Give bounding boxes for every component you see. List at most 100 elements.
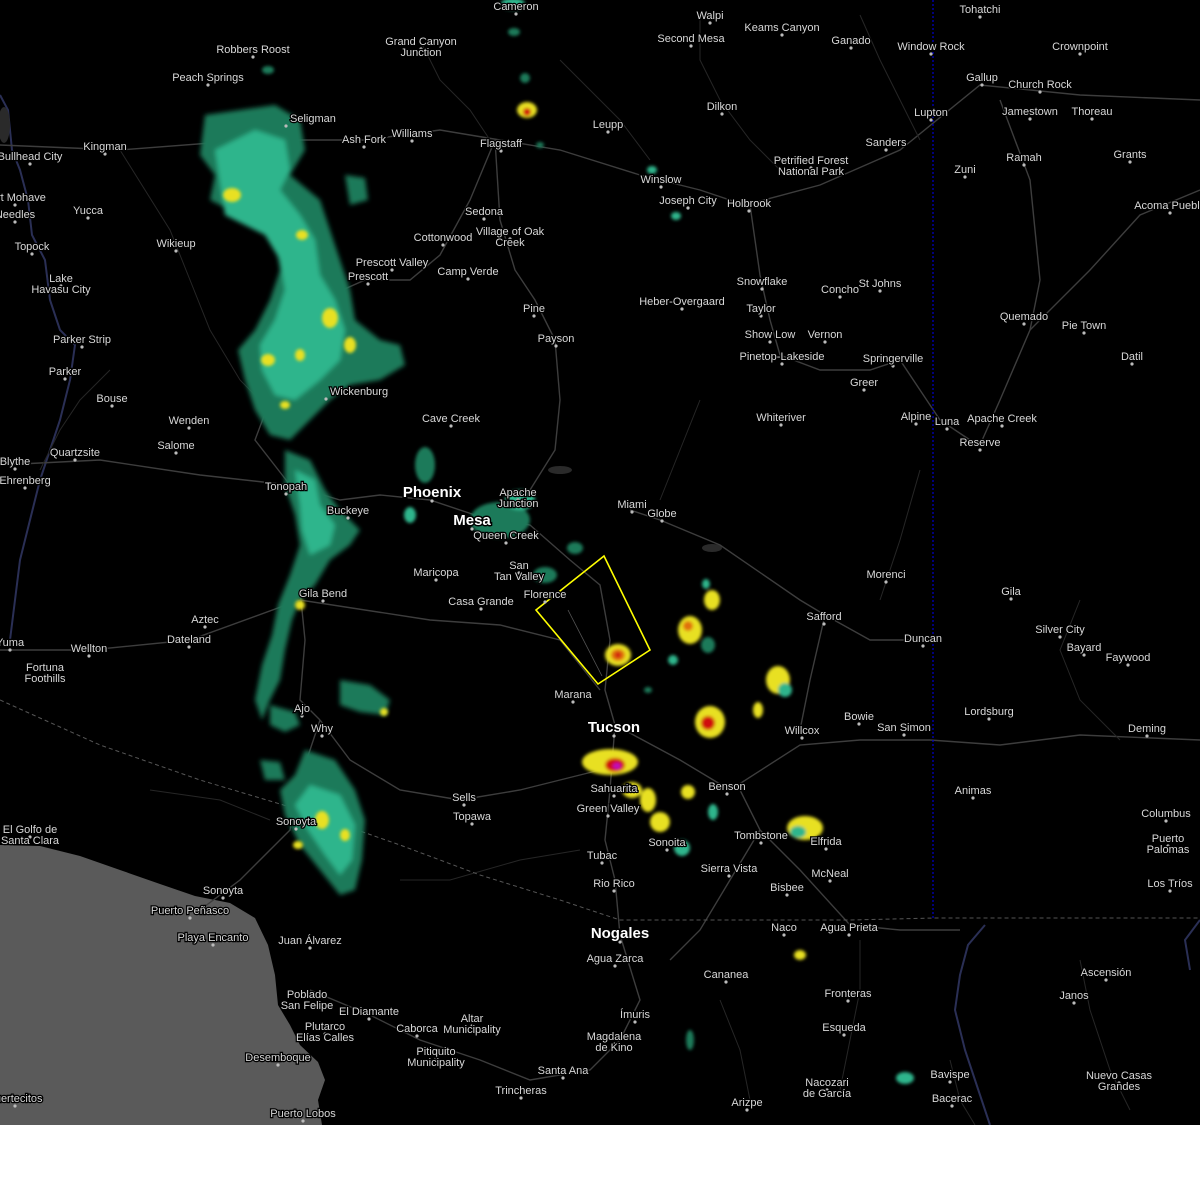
place-label: Gallup (966, 72, 998, 84)
place-label: Agua Prieta (820, 922, 878, 934)
roosevelt-lake (548, 466, 572, 474)
place-label: Rio Rico (593, 878, 635, 890)
radar-echo (344, 337, 356, 353)
place-label: Safford (806, 611, 841, 623)
place-label: Puerto Palomas (1147, 833, 1190, 856)
place-label: Thoreau (1072, 106, 1113, 118)
place-label: Blythe (0, 456, 30, 468)
radar-echo (404, 507, 416, 523)
place-label: Bayard (1067, 642, 1102, 654)
place-label: Jamestown (1002, 106, 1058, 118)
radar-echo (293, 841, 303, 849)
place-label: Yucca (73, 205, 104, 217)
place-label: San Simon (877, 722, 931, 734)
place-label: Topawa (453, 811, 492, 823)
place-label: Whiteriver (756, 412, 806, 424)
place-label: Sells (452, 792, 476, 804)
place-label: Ehrenberg (0, 475, 51, 487)
place-label: McNeal (811, 868, 848, 880)
place-label: Payson (538, 333, 575, 345)
place-label: Globe (647, 508, 676, 520)
place-label: Duncan (904, 633, 942, 645)
radar-echo (701, 716, 715, 730)
place-label: Keams Canyon (744, 22, 819, 34)
radar-echo (295, 600, 305, 610)
place-label: Trincheras (495, 1085, 547, 1097)
place-label: Alpine (901, 411, 932, 423)
place-label: Faywood (1106, 652, 1151, 664)
place-label: Bacerac (932, 1093, 973, 1105)
place-label: Morenci (866, 569, 905, 581)
radar-echo (753, 702, 763, 718)
radar-echo (896, 1072, 914, 1084)
radar-echo (536, 142, 544, 148)
radar-echo (296, 230, 308, 240)
radar-echo (523, 108, 531, 116)
place-label: Flagstaff (480, 138, 523, 150)
radar-echo (315, 811, 329, 829)
place-label: Prescott (348, 271, 388, 283)
radar-echo (520, 73, 530, 83)
place-label: Columbus (1141, 808, 1191, 820)
place-label: Salome (157, 440, 194, 452)
place-label: Petrified Forest National Park (774, 155, 849, 178)
place-label: Quemado (1000, 311, 1048, 323)
place-label: Taylor (746, 303, 776, 315)
place-label: Agua Zarca (587, 953, 645, 965)
place-label: Ajo (294, 703, 310, 715)
place-label: Dilkon (707, 101, 738, 113)
radar-echo (701, 637, 715, 653)
place-label: Acoma Pueblo (1134, 200, 1200, 212)
place-label: Pinetop-Lakeside (739, 351, 824, 363)
place-label: Sedona (465, 206, 504, 218)
place-label: Deming (1128, 723, 1166, 735)
place-label: Winslow (641, 174, 682, 186)
place-label: Apache Creek (967, 413, 1037, 425)
place-label: Lupton (914, 107, 948, 119)
place-label: Ash Fork (342, 134, 387, 146)
place-label: Tohatchi (960, 4, 1001, 16)
bottom-blank-area (0, 1125, 1200, 1200)
place-label: Janos (1059, 990, 1089, 1002)
place-label: Camp Verde (437, 266, 498, 278)
radar-echo (415, 447, 435, 483)
place-label: Caborca (396, 1023, 438, 1035)
place-label: Robbers Roost (216, 44, 289, 56)
place-label: Tonopah (265, 481, 307, 493)
place-label: Joseph City (659, 195, 717, 207)
radar-echo (704, 590, 720, 610)
place-label: Zuni (954, 164, 975, 176)
place-label: Willcox (785, 725, 820, 737)
radar-echo (702, 579, 710, 589)
place-label: Parker Strip (53, 334, 111, 346)
radar-echo (280, 401, 290, 409)
place-label: Green Valley (577, 803, 640, 815)
place-label: Peach Springs (172, 72, 244, 84)
place-label: Esqueda (822, 1022, 866, 1034)
place-dot (284, 124, 288, 128)
place-label: Window Rock (897, 41, 965, 53)
radar-echo (295, 349, 305, 361)
place-label: Church Rock (1008, 79, 1072, 91)
place-label: Phoenix (403, 484, 462, 501)
place-label: Nacozari de García (803, 1077, 852, 1100)
place-label: Ímuris (620, 1008, 650, 1021)
place-label: Poblado San Felipe (281, 989, 334, 1012)
place-label: Bowie (844, 711, 874, 723)
radar-echo (615, 652, 621, 658)
place-label: Gila Bend (299, 588, 347, 600)
place-label: Heber-Overgaard (639, 296, 725, 308)
place-label: Aztec (191, 614, 219, 626)
place-label: Greer (850, 377, 878, 389)
place-label: Luna (935, 416, 960, 428)
place-label: Sanders (866, 137, 907, 149)
place-label: Yuma (0, 637, 25, 649)
place-label: Florence (524, 589, 567, 601)
place-label: Cananea (704, 969, 750, 981)
place-label: Ascensión (1081, 967, 1132, 979)
place-label: Queen Creek (473, 530, 539, 542)
radar-echo (262, 66, 274, 74)
place-label: Casa Grande (448, 596, 513, 608)
place-label: Williams (392, 128, 433, 140)
place-label: Cameron (493, 1, 538, 13)
